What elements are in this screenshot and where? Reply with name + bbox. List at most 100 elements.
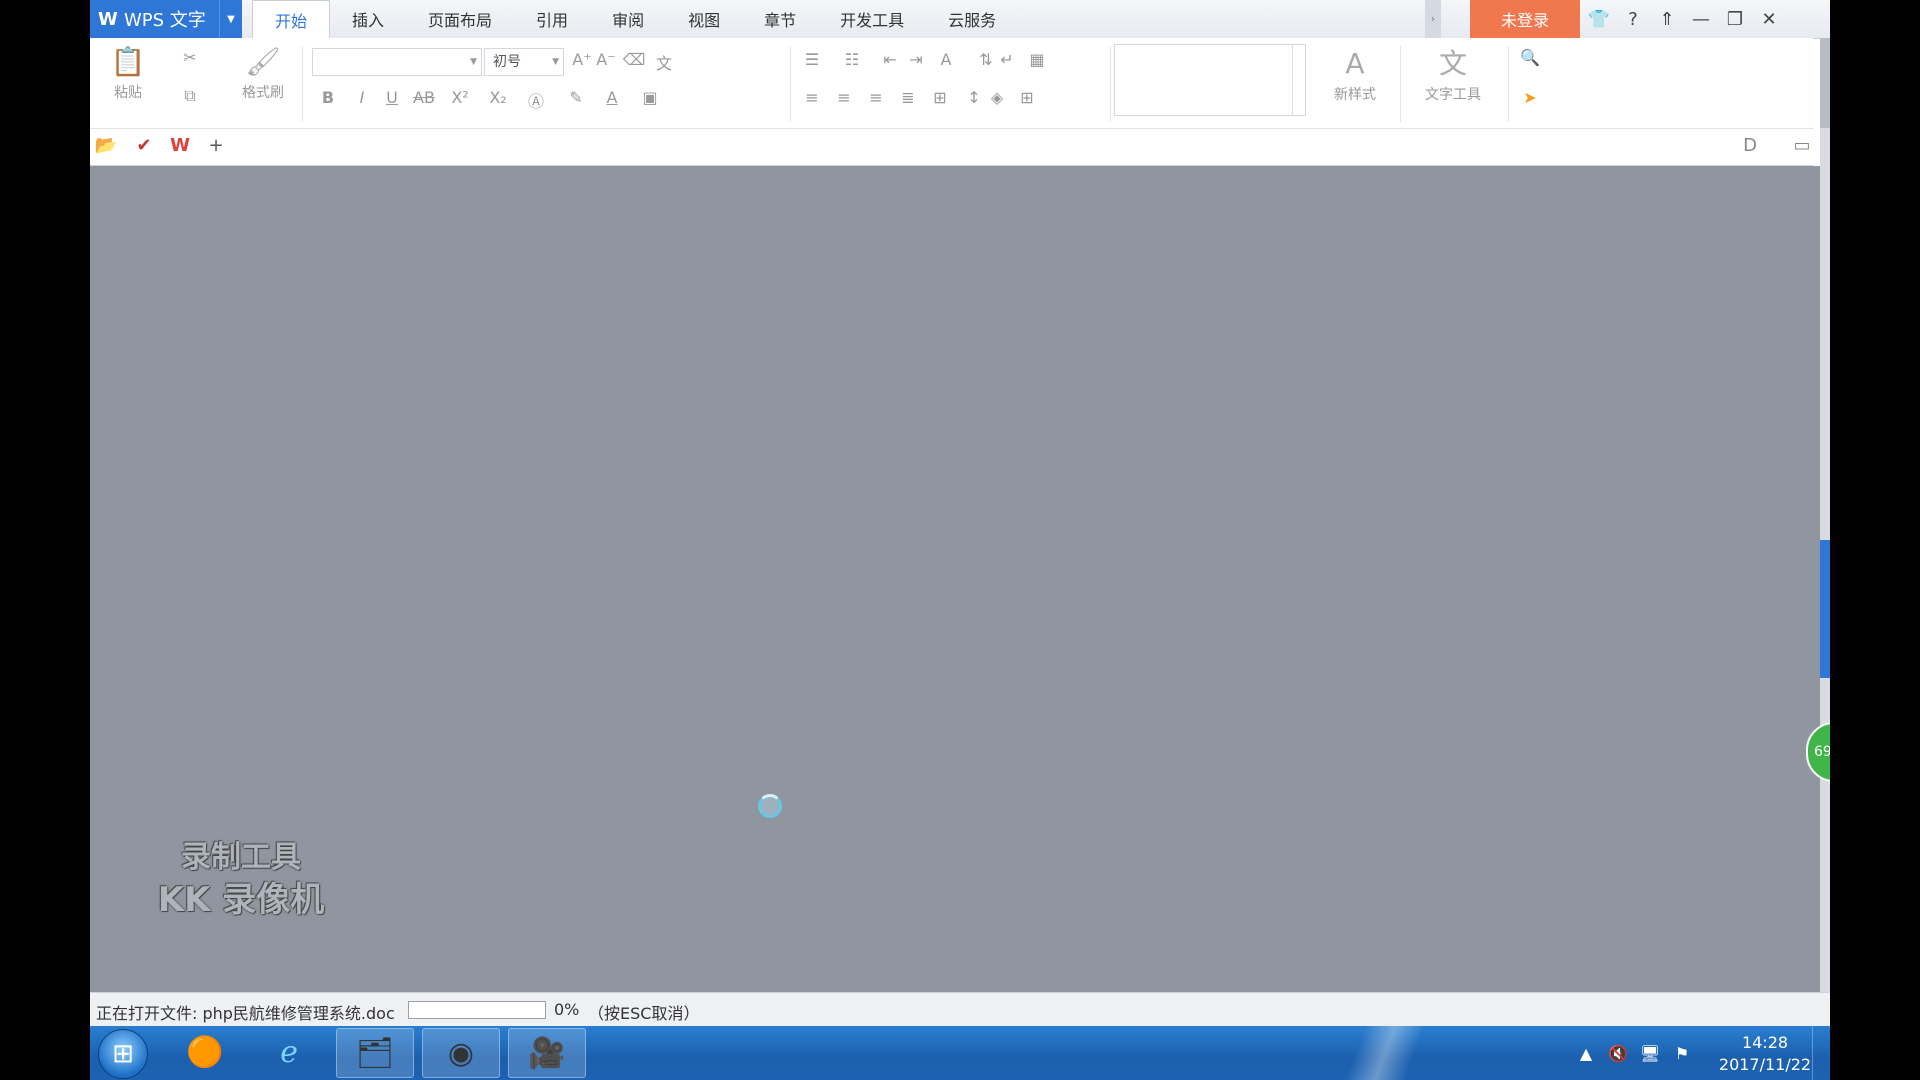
show-marks-icon[interactable]: ↵ — [995, 50, 1019, 69]
tab-developer[interactable]: 开发工具 — [818, 0, 926, 38]
border-icon[interactable]: ⊞ — [1015, 88, 1039, 107]
collapse-icon[interactable]: ▭ — [1790, 135, 1814, 156]
distribute-icon[interactable]: ⊞ — [928, 88, 952, 107]
open-progress-bar — [408, 1001, 546, 1019]
chevron-down-icon: ▼ — [470, 57, 477, 67]
taskbar-clock[interactable]: 14:28 2017/11/22 — [1710, 1032, 1820, 1076]
close-icon[interactable]: ✕ — [1752, 9, 1786, 30]
opening-status-text: 正在打开文件: php民航维修管理系统.doc — [96, 1004, 395, 1023]
clipboard-icon: 📋 — [110, 45, 146, 78]
network-icon[interactable]: 🖥 — [1634, 1044, 1666, 1063]
ribbon-toggle-icon[interactable]: ⇑ — [1650, 9, 1684, 30]
taskbar-chrome-icon[interactable]: ◉ — [422, 1028, 500, 1078]
tab-cloud[interactable]: 云服务 — [926, 0, 1018, 38]
tab-review[interactable]: 审阅 — [590, 0, 666, 38]
font-name-select[interactable]: ▼ — [312, 48, 482, 76]
text-effect-icon[interactable]: Ⓐ — [524, 88, 548, 112]
new-style-icon: A — [1345, 47, 1365, 80]
pin-icon[interactable]: ✔ — [132, 135, 156, 156]
paste-button[interactable]: 📋 粘贴 — [98, 42, 158, 102]
font-color-icon[interactable]: A — [600, 88, 624, 107]
align-center-icon[interactable]: ≡ — [832, 88, 856, 107]
action-center-flag-icon[interactable]: ⚑ — [1666, 1044, 1698, 1063]
text-tools-button[interactable]: 文 文字工具 — [1410, 44, 1496, 104]
tab-chapter[interactable]: 章节 — [742, 0, 818, 38]
taskbar-explorer-icon[interactable]: 🗂 — [336, 1028, 414, 1078]
superscript-icon[interactable]: X² — [448, 88, 472, 107]
clock-date: 2017/11/22 — [1718, 1055, 1812, 1074]
grow-font-icon[interactable]: A⁺ — [570, 50, 594, 69]
brush-icon: 🖌 — [245, 45, 281, 78]
numbered-list-icon[interactable]: ☷ — [840, 50, 864, 69]
backup-icon[interactable]: D — [1738, 135, 1762, 156]
new-style-label: 新样式 — [1334, 87, 1376, 103]
char-shading-icon[interactable]: ▣ — [638, 88, 662, 107]
tab-home[interactable]: 开始 — [252, 0, 331, 39]
find-icon[interactable]: 🔍 — [1518, 48, 1542, 67]
format-painter-button[interactable]: 🖌 格式刷 — [228, 42, 298, 102]
skin-icon[interactable]: 👕 — [1582, 9, 1616, 30]
shrink-font-icon[interactable]: A⁻ — [594, 50, 618, 69]
chevron-down-icon: ▼ — [552, 57, 559, 67]
align-left-icon[interactable]: ≡ — [800, 88, 824, 107]
highlight-icon[interactable]: ✎ — [564, 88, 588, 107]
increase-indent-icon[interactable]: ⇥ — [904, 50, 928, 69]
align-right-icon[interactable]: ≡ — [864, 88, 888, 107]
font-size-value: 初号 — [493, 54, 521, 70]
shading-icon[interactable]: ◈ — [985, 88, 1009, 107]
gallery-scrollbar[interactable] — [1292, 45, 1305, 115]
restore-icon[interactable]: ❐ — [1718, 9, 1752, 30]
taskbar-sogou-icon[interactable]: 🟠 — [166, 1028, 244, 1078]
select-icon[interactable]: ➤ — [1518, 88, 1542, 107]
taskbar-recorder-icon[interactable]: 🎥 — [508, 1028, 586, 1078]
chevron-down-icon[interactable]: ▼ — [219, 0, 242, 38]
underline-icon[interactable]: U — [380, 88, 404, 107]
system-tray: ▲ 🔇 🖥 ⚑ — [1570, 1026, 1698, 1080]
bullet-list-icon[interactable]: ☰ — [800, 50, 824, 69]
strikethrough-icon[interactable]: AB — [412, 88, 436, 107]
wps-window: W WPS 文字 ▼ 开始 插入 页面布局 引用 审阅 视图 章节 开发工具 云… — [90, 0, 1830, 1080]
start-button[interactable]: ⊞ — [98, 1029, 148, 1079]
copy-icon[interactable]: ⧉ — [178, 86, 202, 106]
font-size-select[interactable]: 初号 ▼ — [484, 48, 564, 76]
loading-spinner-icon — [758, 794, 782, 818]
scrollbar-thumb[interactable] — [1820, 540, 1830, 678]
taskbar: ⊞ 🟠 ℯ 🗂 ◉ 🎥 ▲ 🔇 🖥 ⚑ 14:28 2017/11/22 — [90, 1026, 1830, 1080]
status-bar: 正在打开文件: php民航维修管理系统.doc 0% （按ESC取消） — [90, 992, 1830, 1027]
tab-insert[interactable]: 插入 — [330, 0, 406, 38]
tray-expand-icon[interactable]: ▲ — [1570, 1044, 1602, 1063]
minimize-icon[interactable]: — — [1684, 9, 1718, 30]
table-icon[interactable]: ▦ — [1025, 50, 1049, 69]
italic-icon[interactable]: I — [350, 88, 374, 107]
wps-tab-icon[interactable]: W — [168, 135, 192, 156]
justify-icon[interactable]: ≣ — [896, 88, 920, 107]
tab-page-layout[interactable]: 页面布局 — [406, 0, 514, 38]
taskbar-glare — [1320, 1026, 1450, 1080]
show-desktop-button[interactable] — [1812, 1026, 1830, 1080]
decrease-indent-icon[interactable]: ⇤ — [878, 50, 902, 69]
tab-view[interactable]: 视图 — [666, 0, 742, 38]
scrollbar-track-top — [1820, 38, 1830, 128]
pinyin-icon[interactable]: 文 — [652, 50, 676, 74]
tab-references[interactable]: 引用 — [514, 0, 590, 38]
line-spacing-icon[interactable]: ↕ — [962, 88, 986, 107]
volume-muted-icon[interactable]: 🔇 — [1602, 1044, 1634, 1063]
text-direction-icon[interactable]: A — [934, 50, 958, 69]
paste-label: 粘贴 — [114, 85, 142, 101]
tab-scroll-right-icon[interactable]: › — [1425, 0, 1441, 38]
new-tab-icon[interactable]: + — [204, 135, 228, 156]
bold-icon[interactable]: B — [316, 88, 340, 107]
vertical-scrollbar[interactable] — [1820, 38, 1830, 992]
style-gallery[interactable] — [1114, 44, 1306, 116]
help-icon[interactable]: ? — [1616, 9, 1650, 30]
ribbon-tabs: 开始 插入 页面布局 引用 审阅 视图 章节 开发工具 云服务 — [252, 0, 1018, 39]
open-folder-icon[interactable]: 📂 — [94, 135, 118, 156]
clear-format-icon[interactable]: ⌫ — [622, 50, 646, 69]
subscript-icon[interactable]: X₂ — [486, 88, 510, 107]
login-button[interactable]: 未登录 — [1470, 0, 1580, 38]
text-tools-label: 文字工具 — [1425, 87, 1481, 103]
new-style-button[interactable]: A 新样式 — [1320, 44, 1390, 104]
taskbar-ie-icon[interactable]: ℯ — [250, 1028, 328, 1078]
app-menu-button[interactable]: W WPS 文字 ▼ — [90, 0, 242, 38]
cut-icon[interactable]: ✂ — [178, 48, 202, 67]
